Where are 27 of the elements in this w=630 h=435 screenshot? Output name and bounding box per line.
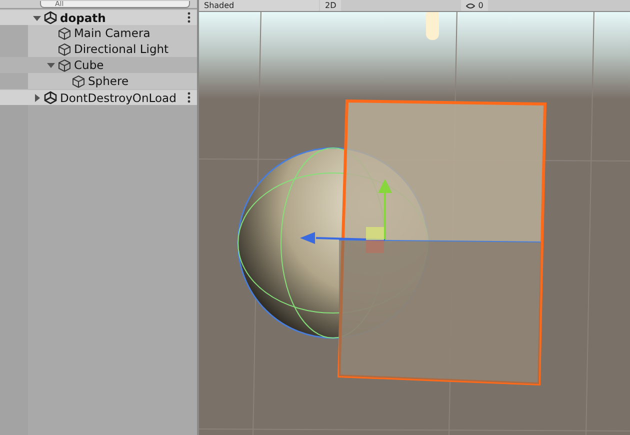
- item-label: Main Camera: [74, 26, 150, 40]
- hierarchy-item[interactable]: Sphere: [0, 73, 197, 89]
- item-label: Directional Light: [74, 42, 169, 56]
- eye-icon: [466, 2, 476, 8]
- 2d-toggle[interactable]: 2D: [320, 0, 342, 11]
- more-icon[interactable]: [187, 12, 191, 23]
- cube-icon: [72, 74, 85, 88]
- item-label: DontDestroyOnLoad: [60, 90, 176, 104]
- hierarchy-item[interactable]: Directional Light: [0, 41, 197, 57]
- cube-icon: [58, 58, 71, 72]
- scene-row[interactable]: DontDestroyOnLoad: [0, 89, 197, 105]
- item-label: Sphere: [88, 74, 129, 88]
- hierarchy-item[interactable]: Cube: [0, 57, 197, 73]
- item-label: dopath: [60, 10, 106, 24]
- hidden-objects-button[interactable]: 0: [461, 0, 488, 11]
- more-icon[interactable]: [187, 92, 191, 103]
- draw-mode-dropdown[interactable]: Shaded: [199, 0, 319, 11]
- unity-logo-icon: [44, 11, 57, 24]
- hierarchy-item[interactable]: Main Camera: [0, 25, 197, 41]
- collapsed-arrow-icon[interactable]: [32, 92, 42, 102]
- item-label: Cube: [74, 58, 104, 72]
- scene-row[interactable]: dopath: [0, 9, 197, 25]
- expanded-arrow-icon[interactable]: [46, 60, 56, 70]
- cube-icon: [58, 26, 71, 40]
- unity-logo-icon: [44, 91, 57, 104]
- cube-icon: [58, 42, 71, 56]
- move-gizmo[interactable]: [300, 179, 392, 253]
